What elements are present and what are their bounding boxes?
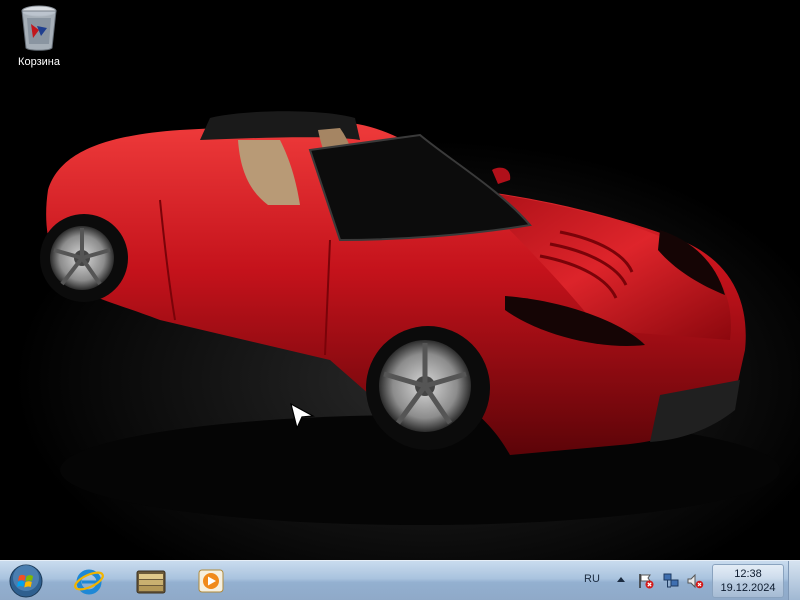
taskbar-clock[interactable]: 12:38 19.12.2024 <box>712 564 784 598</box>
recycle-bin-icon <box>21 5 57 51</box>
mouse-pointer-icon <box>290 402 315 430</box>
windows-media-player-icon <box>198 569 224 593</box>
desktop[interactable]: Корзина <box>0 0 800 560</box>
windows-start-orb-icon <box>9 564 43 598</box>
action-center-flag-icon[interactable] <box>637 572 655 590</box>
internet-explorer-icon <box>74 569 104 595</box>
volume-muted-icon[interactable] <box>686 572 704 590</box>
clock-time: 12:38 <box>734 568 762 580</box>
show-hidden-icons-icon[interactable] <box>616 575 626 583</box>
desktop-icon-recycle-bin[interactable]: Корзина <box>8 4 70 76</box>
windows-explorer-icon <box>136 570 166 594</box>
clock-date: 19.12.2024 <box>720 582 776 594</box>
network-icon[interactable] <box>662 572 680 590</box>
wallpaper-car-image <box>40 111 780 525</box>
taskbar-internet-explorer-button[interactable] <box>62 563 116 599</box>
taskbar-explorer-button[interactable] <box>124 563 178 599</box>
desktop-icon-label: Корзина <box>18 56 60 68</box>
taskbar: RU 12:38 19.12.2024 <box>0 560 800 600</box>
language-indicator[interactable]: RU <box>584 573 600 585</box>
show-desktop-button[interactable] <box>788 561 800 600</box>
start-button[interactable] <box>6 563 46 599</box>
taskbar-media-player-button[interactable] <box>184 563 238 599</box>
